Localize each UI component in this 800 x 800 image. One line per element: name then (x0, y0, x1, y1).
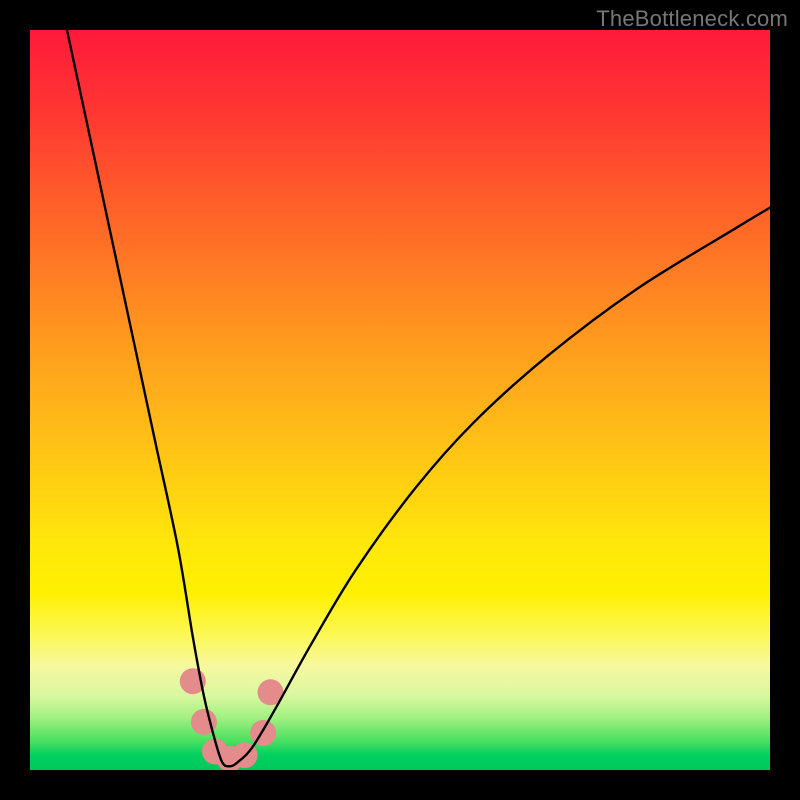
bottleneck-curve (67, 30, 770, 766)
markers-group (180, 668, 284, 770)
bottleneck-marker-mid2 (250, 720, 276, 746)
attribution-label: TheBottleneck.com (596, 6, 788, 32)
chart-svg (30, 30, 770, 770)
plot-area (30, 30, 770, 770)
outer-frame: TheBottleneck.com (0, 0, 800, 800)
